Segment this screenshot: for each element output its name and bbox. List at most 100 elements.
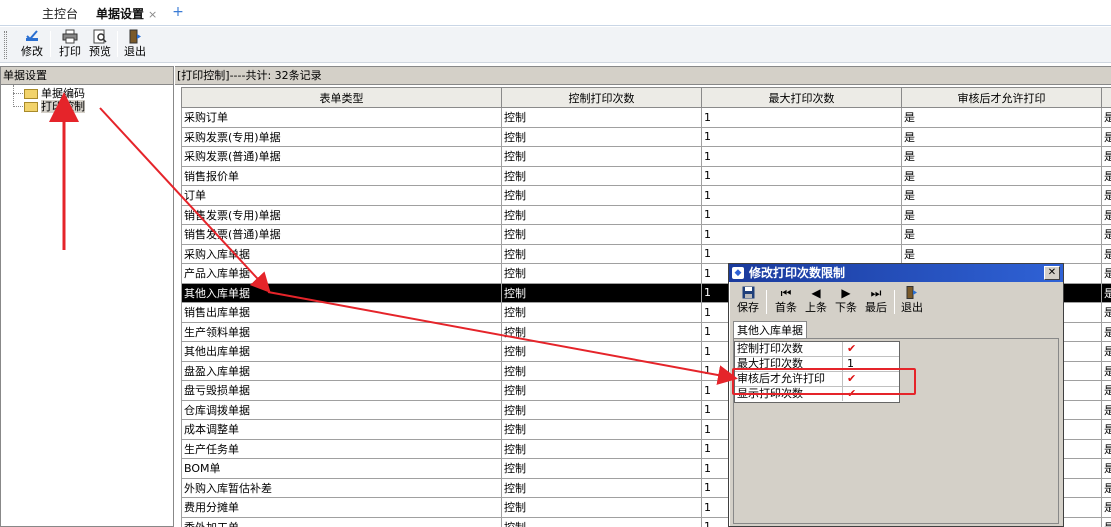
cell-type[interactable]: 采购发票(普通)单据 [181, 146, 502, 167]
cell-type[interactable]: 采购发票(专用)单据 [181, 126, 502, 147]
cell-extra[interactable]: 是 [1101, 282, 1111, 303]
cell-control[interactable]: 控制 [501, 380, 702, 401]
column-header-control-print[interactable]: 控制打印次数 [501, 87, 702, 108]
cell-control[interactable]: 控制 [501, 165, 702, 186]
table-row[interactable]: 订单控制1是是 [181, 185, 1111, 206]
column-header-extra[interactable]: 是 [1101, 87, 1111, 108]
cell-type[interactable]: 费用分摊单 [181, 497, 502, 518]
table-row[interactable]: 销售报价单控制1是是 [181, 165, 1111, 186]
cell-extra[interactable]: 是 [1101, 516, 1111, 527]
toolbar-grip[interactable] [4, 31, 7, 59]
dialog-close-icon[interactable]: ✕ [1044, 266, 1060, 280]
cell-type[interactable]: 生产任务单 [181, 438, 502, 459]
cell-type[interactable]: 仓库调拨单据 [181, 399, 502, 420]
cell-audit[interactable]: 是 [901, 165, 1102, 186]
cell-type[interactable]: 盘亏毁损单据 [181, 380, 502, 401]
tree-item-document-code[interactable]: 单据编码 [1, 87, 173, 100]
cell-max[interactable]: 1 [701, 224, 902, 245]
cell-extra[interactable]: 是 [1101, 419, 1111, 440]
cell-extra[interactable]: 是 [1101, 224, 1111, 245]
cell-extra[interactable]: 是 [1101, 497, 1111, 518]
cell-extra[interactable]: 是 [1101, 302, 1111, 323]
print-button[interactable]: 打印 [56, 29, 84, 61]
cell-extra[interactable]: 是 [1101, 185, 1111, 206]
cell-type[interactable]: 其他入库单据 [181, 282, 502, 303]
cell-audit[interactable]: 是 [901, 224, 1102, 245]
cell-max[interactable]: 1 [701, 243, 902, 264]
cell-control[interactable]: 控制 [501, 516, 702, 527]
cell-audit[interactable]: 是 [901, 243, 1102, 264]
cell-type[interactable]: 销售报价单 [181, 165, 502, 186]
cell-control[interactable]: 控制 [501, 224, 702, 245]
cell-extra[interactable]: 是 [1101, 399, 1111, 420]
preview-button[interactable]: 预览 [86, 29, 114, 61]
cell-extra[interactable]: 是 [1101, 204, 1111, 225]
cell-audit[interactable]: 是 [901, 126, 1102, 147]
cell-type[interactable]: 其他出库单据 [181, 341, 502, 362]
cell-type[interactable]: 生产领料单据 [181, 321, 502, 342]
cell-control[interactable]: 控制 [501, 360, 702, 381]
tab-home[interactable]: 主控台 [36, 5, 84, 23]
cell-audit[interactable]: 是 [901, 146, 1102, 167]
cell-max[interactable]: 1 [701, 204, 902, 225]
dialog-tab-other-inbound[interactable]: 其他入库单据 [733, 321, 807, 339]
column-header-form-type[interactable]: 表单类型 [181, 87, 502, 108]
dialog-exit-button[interactable]: 退出 [899, 286, 925, 318]
modify-button[interactable]: 修改 [18, 29, 46, 61]
tab-document-settings[interactable]: 单据设置 × [90, 5, 163, 23]
cell-extra[interactable]: 是 [1101, 360, 1111, 381]
cell-type[interactable]: 成本调整单 [181, 419, 502, 440]
cell-control[interactable]: 控制 [501, 438, 702, 459]
column-header-max-print[interactable]: 最大打印次数 [701, 87, 902, 108]
cell-type[interactable]: BOM单 [181, 458, 502, 479]
cell-max[interactable]: 1 [701, 165, 902, 186]
cell-extra[interactable]: 是 [1101, 458, 1111, 479]
cell-control[interactable]: 控制 [501, 321, 702, 342]
cell-extra[interactable]: 是 [1101, 146, 1111, 167]
cell-audit[interactable]: 是 [901, 107, 1102, 128]
dialog-title-bar[interactable]: ◆ 修改打印次数限制 ✕ [729, 264, 1063, 282]
add-tab-icon[interactable]: + [170, 4, 186, 20]
cell-type[interactable]: 外购入库暂估补差 [181, 477, 502, 498]
cell-extra[interactable]: 是 [1101, 243, 1111, 264]
cell-control[interactable]: 控制 [501, 263, 702, 284]
cell-audit[interactable]: 是 [901, 204, 1102, 225]
cell-control[interactable]: 控制 [501, 399, 702, 420]
exit-button[interactable]: 退出 [121, 29, 149, 61]
close-tab-icon[interactable]: × [148, 8, 157, 21]
cell-extra[interactable]: 是 [1101, 126, 1111, 147]
table-row[interactable]: 采购订单控制1是是 [181, 107, 1111, 128]
cell-control[interactable]: 控制 [501, 458, 702, 479]
cell-control[interactable]: 控制 [501, 282, 702, 303]
last-record-button[interactable]: ⏭ 最后 [863, 286, 889, 318]
column-header-audit-print[interactable]: 审核后才允许打印 [901, 87, 1102, 108]
cell-type[interactable]: 采购订单 [181, 107, 502, 128]
cell-control[interactable]: 控制 [501, 126, 702, 147]
cell-type[interactable]: 销售出库单据 [181, 302, 502, 323]
cell-extra[interactable]: 是 [1101, 263, 1111, 284]
table-row[interactable]: 销售发票(专用)单据控制1是是 [181, 204, 1111, 225]
cell-control[interactable]: 控制 [501, 146, 702, 167]
cell-control[interactable]: 控制 [501, 185, 702, 206]
cell-extra[interactable]: 是 [1101, 477, 1111, 498]
previous-record-button[interactable]: ◀ 上条 [803, 286, 829, 318]
cell-max[interactable]: 1 [701, 185, 902, 206]
cell-extra[interactable]: 是 [1101, 107, 1111, 128]
first-record-button[interactable]: ⏮ 首条 [773, 286, 799, 318]
cell-audit[interactable]: 是 [901, 185, 1102, 206]
cell-extra[interactable]: 是 [1101, 321, 1111, 342]
cell-extra[interactable]: 是 [1101, 438, 1111, 459]
cell-control[interactable]: 控制 [501, 419, 702, 440]
table-row[interactable]: 销售发票(普通)单据控制1是是 [181, 224, 1111, 245]
cell-control[interactable]: 控制 [501, 341, 702, 362]
table-row[interactable]: 采购发票(专用)单据控制1是是 [181, 126, 1111, 147]
table-row[interactable]: 采购入库单据控制1是是 [181, 243, 1111, 264]
property-row-control-print[interactable]: 控制打印次数 ✔ [735, 342, 899, 357]
cell-type[interactable]: 销售发票(专用)单据 [181, 204, 502, 225]
next-record-button[interactable]: ▶ 下条 [833, 286, 859, 318]
cell-control[interactable]: 控制 [501, 204, 702, 225]
cell-extra[interactable]: 是 [1101, 341, 1111, 362]
cell-control[interactable]: 控制 [501, 477, 702, 498]
cell-type[interactable]: 采购入库单据 [181, 243, 502, 264]
checkbox-checked-icon[interactable]: ✔ [847, 342, 856, 356]
